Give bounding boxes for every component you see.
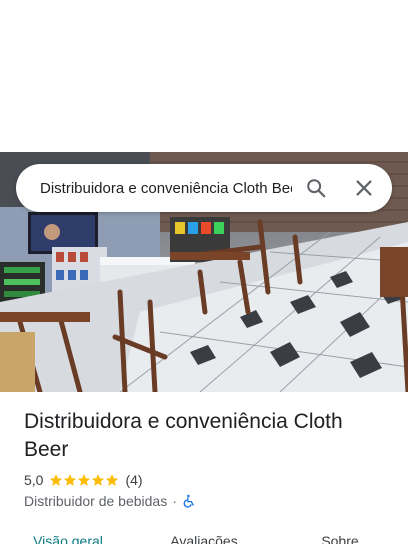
star-icon [50,474,63,486]
rating-value: 5,0 [24,472,44,488]
place-category: Distribuidor de bebidas [24,493,168,509]
close-button[interactable] [340,164,388,212]
search-icon [307,179,326,198]
tab-overview[interactable]: Visão geral [0,528,136,544]
rating-row[interactable]: 5,0 (4) [24,472,143,488]
category-row: Distribuidor de bebidas · [24,493,196,509]
tab-about[interactable]: Sobre [272,528,408,544]
star-icon [92,474,105,486]
tab-reviews[interactable]: Avaliações [136,528,272,544]
search-query[interactable]: Distribuidora e conveniência Cloth Beer [16,180,292,197]
place-detail-screen: Distribuidora e conveniência Cloth Beer … [0,0,408,544]
search-bar[interactable]: Distribuidora e conveniência Cloth Beer [16,164,392,212]
place-name: Distribuidora e conveniência Cloth Beer [24,410,343,461]
star-icon [64,474,77,486]
close-icon [356,180,372,196]
star-icon [106,474,119,486]
place-tabs: Visão geral Avaliações Sobre [0,528,408,544]
wheelchair-icon [183,494,194,508]
search-button[interactable] [292,164,340,212]
star-rating [49,473,119,487]
review-count[interactable]: (4) [125,472,142,488]
star-icon [78,474,91,486]
separator: · [172,493,177,509]
